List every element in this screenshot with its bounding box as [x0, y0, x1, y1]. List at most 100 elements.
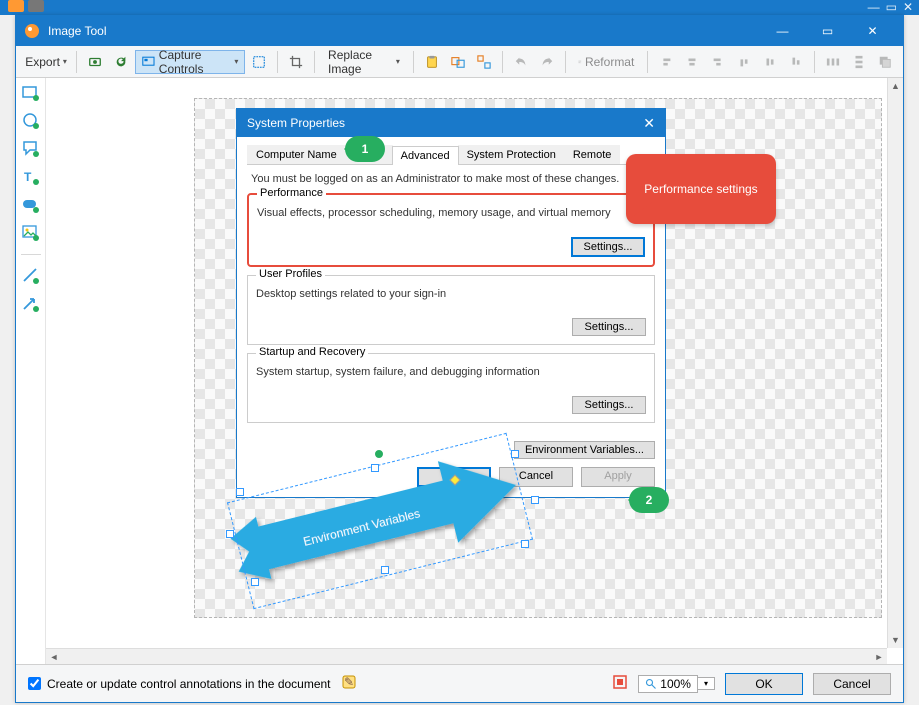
scroll-left-icon[interactable]: ◄ [46, 649, 62, 665]
user-profiles-settings-button: Settings... [572, 318, 646, 336]
resize-handle[interactable] [511, 450, 519, 458]
group-icon[interactable] [446, 50, 470, 74]
scroll-right-icon[interactable]: ► [871, 649, 887, 665]
tab-advanced: Advanced [392, 146, 459, 165]
sys-dialog-titlebar: System Properties ✕ [237, 109, 665, 137]
resize-handle[interactable] [251, 578, 259, 586]
distribute-h-icon[interactable] [821, 50, 845, 74]
annotations-info-icon[interactable]: ✎ [341, 674, 357, 693]
add-callout-tool[interactable] [22, 140, 40, 158]
parent-window-controls: — ▭ ✕ [868, 0, 913, 14]
left-tool-palette: T [16, 78, 46, 664]
maximize-button[interactable]: ▭ [805, 16, 850, 46]
step-marker-1[interactable]: 1 [345, 136, 385, 162]
align-top-icon[interactable] [732, 50, 756, 74]
browser-tab-strip [8, 0, 44, 12]
horizontal-scrollbar[interactable]: ◄ ► [46, 648, 887, 664]
system-properties-dialog: System Properties ✕ Computer Name H Adva… [236, 108, 666, 498]
vertical-scrollbar[interactable]: ▲ ▼ [887, 78, 903, 648]
window-title: Image Tool [48, 24, 760, 38]
user-profiles-desc: Desktop settings related to your sign-in [256, 288, 646, 300]
sys-apply-button: Apply [581, 467, 655, 487]
add-image-tool[interactable] [22, 224, 40, 242]
startup-desc: System startup, system failure, and debu… [256, 366, 646, 378]
distribute-v-icon[interactable] [847, 50, 871, 74]
align-right-icon[interactable] [706, 50, 730, 74]
cancel-button[interactable]: Cancel [813, 673, 891, 695]
annotations-checkbox-input[interactable] [28, 677, 41, 690]
undo-icon[interactable] [509, 50, 533, 74]
tabs-strip: Computer Name H Advanced System Protecti… [247, 145, 655, 165]
tab-system-protection: System Protection [458, 145, 565, 164]
tab-remote: Remote [564, 145, 621, 164]
resize-handle[interactable] [226, 530, 234, 538]
resize-handle[interactable] [371, 464, 379, 472]
capture-region-icon[interactable] [247, 50, 271, 74]
close-icon[interactable]: ✕ [903, 0, 913, 14]
export-dropdown[interactable]: Export▾ [22, 50, 70, 74]
startup-recovery-group: Startup and Recovery System startup, sys… [247, 353, 655, 423]
svg-text:T: T [24, 170, 32, 184]
zoom-control: 100% ▾ [638, 675, 715, 693]
annotations-checkbox[interactable]: Create or update control annotations in … [28, 677, 331, 691]
add-arrow-tool[interactable] [22, 295, 40, 313]
zoom-value-button[interactable]: 100% [638, 675, 698, 693]
restore-icon[interactable]: ▭ [886, 0, 897, 14]
add-circle-tool[interactable] [22, 112, 40, 130]
app-icon [24, 23, 40, 39]
replace-image-dropdown[interactable]: Replace Image▾ [321, 50, 407, 74]
resize-handle[interactable] [381, 566, 389, 574]
redo-icon[interactable] [535, 50, 559, 74]
browser-tab-icon [28, 0, 44, 12]
canvas[interactable]: System Properties ✕ Computer Name H Adva… [46, 78, 887, 648]
user-profiles-legend: User Profiles [256, 268, 325, 280]
scroll-up-icon[interactable]: ▲ [888, 78, 904, 94]
performance-desc: Visual effects, processor scheduling, me… [257, 207, 645, 219]
align-left-icon[interactable] [654, 50, 678, 74]
bring-front-icon[interactable] [873, 50, 897, 74]
red-callout-shape[interactable]: Performance settings [626, 154, 776, 224]
add-line-tool[interactable] [22, 267, 40, 285]
resize-handle[interactable] [531, 496, 539, 504]
admin-hint-text: You must be logged on as an Administrato… [251, 173, 655, 185]
performance-group: Performance Visual effects, processor sc… [247, 193, 655, 267]
titlebar: Image Tool — ▭ ✕ [16, 16, 903, 46]
performance-legend: Performance [257, 187, 326, 199]
scroll-down-icon[interactable]: ▼ [888, 632, 904, 648]
close-button[interactable]: ✕ [850, 16, 895, 46]
ungroup-icon[interactable] [472, 50, 496, 74]
reformat-button[interactable]: Reformat [571, 50, 641, 74]
resize-handle[interactable] [236, 488, 244, 496]
blue-arrow-shape[interactable]: Environment Variables [201, 458, 551, 588]
align-center-h-icon[interactable] [680, 50, 704, 74]
minimize-button[interactable]: — [760, 16, 805, 46]
add-rect-tool[interactable] [22, 84, 40, 102]
performance-settings-button: Settings... [571, 237, 645, 257]
ok-button[interactable]: OK [725, 673, 803, 695]
add-marker-tool[interactable] [22, 196, 40, 214]
resize-handle[interactable] [521, 540, 529, 548]
environment-variables-button: Environment Variables... [514, 441, 655, 459]
rotate-handle[interactable] [375, 450, 383, 458]
startup-legend: Startup and Recovery [256, 346, 368, 358]
add-text-tool[interactable]: T [22, 168, 40, 186]
crop-icon[interactable] [284, 50, 308, 74]
annotations-checkbox-label: Create or update control annotations in … [47, 677, 331, 691]
align-center-v-icon[interactable] [758, 50, 782, 74]
refresh-icon[interactable] [109, 50, 133, 74]
minimize-icon[interactable]: — [868, 0, 880, 14]
browser-tab-icon [8, 0, 24, 12]
sys-dialog-close-icon: ✕ [643, 115, 655, 132]
paste-icon[interactable] [420, 50, 444, 74]
tab-computer-name: Computer Name [247, 145, 346, 164]
fit-icon[interactable] [612, 674, 628, 693]
step-marker-2[interactable]: 2 [629, 487, 669, 513]
svg-text:✎: ✎ [344, 675, 354, 689]
sys-dialog-title: System Properties [247, 116, 345, 130]
align-bottom-icon[interactable] [784, 50, 808, 74]
toolbar: Export▾ Capture Controls▾ Replace Image▾… [16, 46, 903, 78]
zoom-dropdown-button[interactable]: ▾ [698, 677, 715, 690]
capture-controls-dropdown[interactable]: Capture Controls▾ [135, 50, 245, 74]
user-profiles-group: User Profiles Desktop settings related t… [247, 275, 655, 345]
capture-icon[interactable] [83, 50, 107, 74]
